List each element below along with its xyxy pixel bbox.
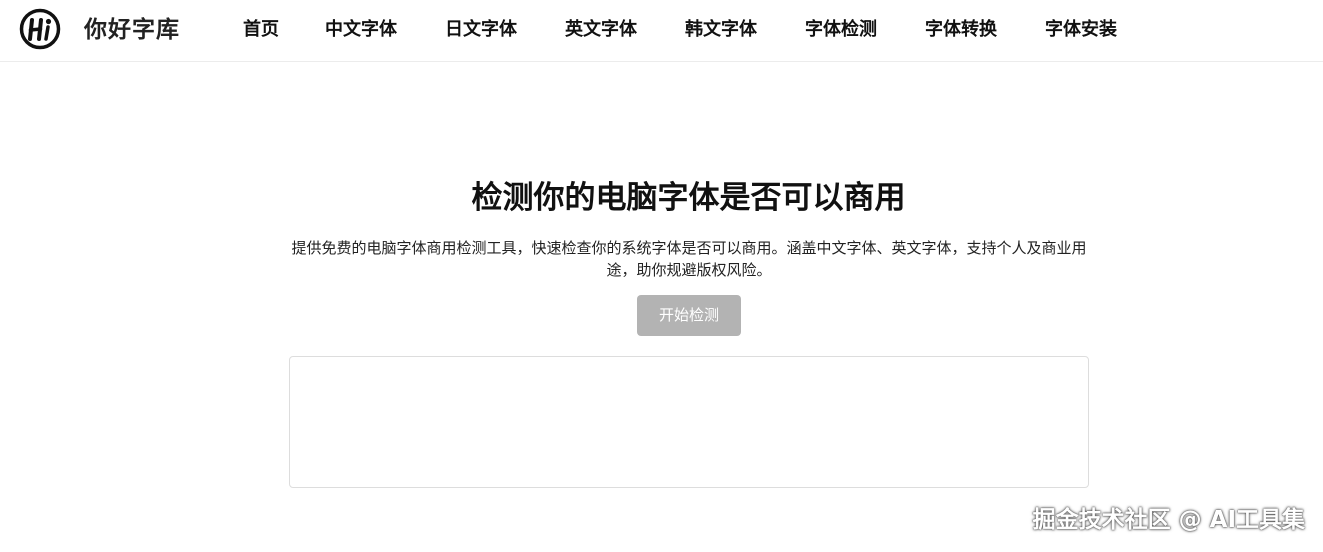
site-header: 你好字库 首页 中文字体 日文字体 英文字体 韩文字体 字体检测 字体转换 字体… [0, 0, 1323, 62]
nav-item-chinese-fonts[interactable]: 中文字体 [325, 17, 397, 43]
hi-logo-icon[interactable] [19, 8, 61, 50]
nav-item-english-fonts[interactable]: 英文字体 [565, 17, 637, 43]
nav-item-home[interactable]: 首页 [243, 17, 279, 43]
start-detect-button[interactable]: 开始检测 [637, 295, 741, 336]
nav-item-font-detect[interactable]: 字体检测 [805, 17, 877, 43]
page: 你好字库 首页 中文字体 日文字体 英文字体 韩文字体 字体检测 字体转换 字体… [0, 0, 1323, 552]
nav-item-font-install[interactable]: 字体安装 [1045, 17, 1117, 43]
watermark-text: 掘金技术社区 @ AI工具集 [1032, 507, 1305, 533]
nav-item-japanese-fonts[interactable]: 日文字体 [445, 17, 517, 43]
detection-result-box [289, 356, 1089, 488]
hero-description: 提供免费的电脑字体商用检测工具，快速检查你的系统字体是否可以商用。涵盖中文字体、… [291, 239, 1087, 279]
brand-name[interactable]: 你好字库 [84, 14, 180, 46]
page-title: 检测你的电脑字体是否可以商用 [471, 180, 906, 216]
nav-item-font-convert[interactable]: 字体转换 [925, 17, 997, 43]
nav-item-korean-fonts[interactable]: 韩文字体 [685, 17, 757, 43]
